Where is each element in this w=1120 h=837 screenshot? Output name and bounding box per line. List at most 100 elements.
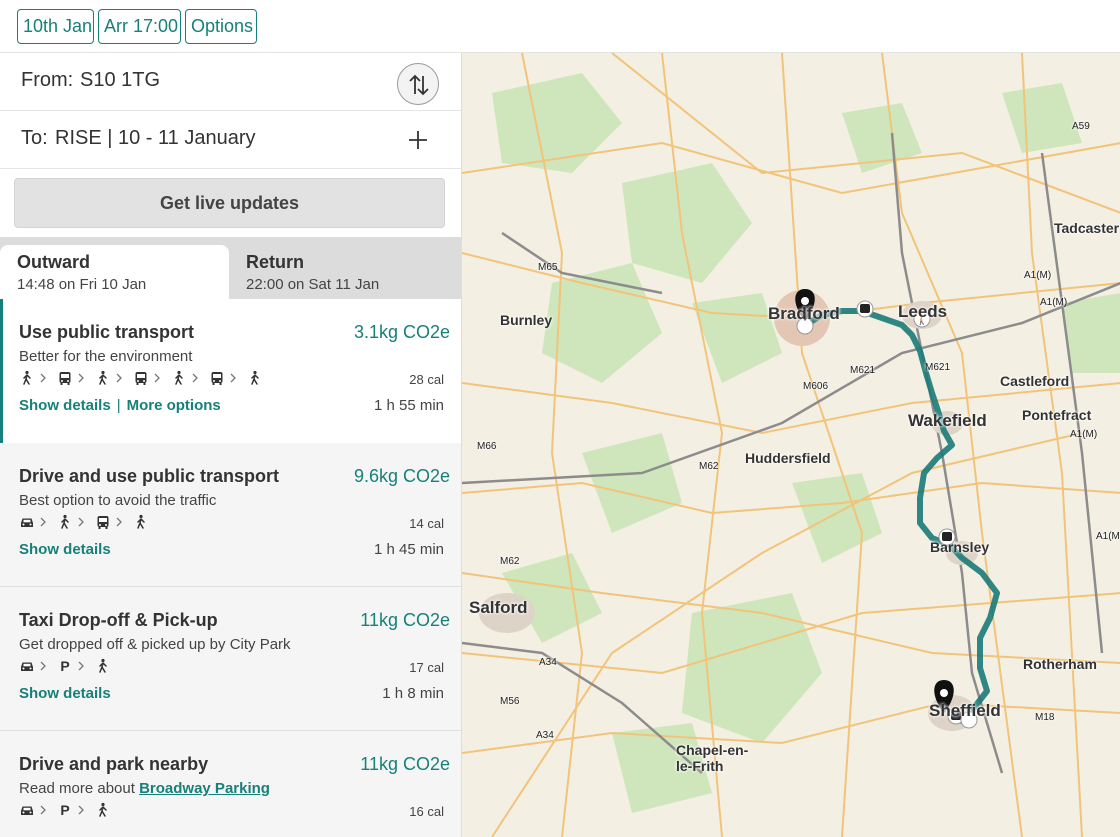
parking-icon: P — [57, 658, 73, 674]
date-button[interactable]: 10th Jan — [17, 9, 94, 44]
show-details-link[interactable]: Show details — [19, 541, 111, 558]
map-label-bradford: Bradford — [768, 304, 840, 323]
car-icon — [19, 802, 35, 818]
chapel-line-2: le-Frith — [676, 758, 724, 774]
option-calories: 14 cal — [409, 516, 444, 531]
to-value[interactable]: RISE | 10 - 11 January — [55, 127, 255, 150]
journey-tabs: Outward 14:48 on Fri 10 Jan Return 22:00… — [0, 237, 461, 299]
option-subtitle: Better for the environment — [19, 348, 193, 365]
option-subtitle: Read more about Broadway Parking — [19, 780, 270, 797]
subtitle-prefix: Read more about — [19, 780, 135, 797]
chevron-right-icon — [39, 373, 47, 383]
walk-icon — [19, 370, 35, 386]
route-map[interactable]: 🚶 Bradford Leeds Wakefield Huddersfield … — [461, 53, 1120, 837]
option-title: Drive and use public transport — [19, 466, 280, 486]
map-label-leeds: Leeds — [898, 302, 948, 321]
map-canvas: 🚶 — [462, 53, 1120, 837]
option-title: Use public transport — [19, 322, 195, 342]
walk-icon — [133, 514, 149, 530]
map-label-chapel-en-le-frith: Chapel-en-le-Frith — [676, 742, 748, 774]
option-calories: 17 cal — [409, 660, 444, 675]
option-public-transport[interactable]: Use public transport 3.1kg CO2e Better f… — [0, 299, 461, 443]
arrival-time-button[interactable]: Arr 17:00 — [98, 9, 181, 44]
tab-return-title: Return — [246, 252, 304, 272]
chevron-right-icon — [115, 517, 123, 527]
walk-icon — [95, 370, 111, 386]
broadway-parking-link[interactable]: Broadway Parking — [139, 780, 270, 797]
from-value[interactable]: S10 1TG — [80, 69, 160, 92]
tab-outward-title: Outward — [17, 252, 91, 272]
chevron-right-icon — [77, 517, 85, 527]
option-co2: 11kg CO2e — [360, 754, 450, 774]
chevron-right-icon — [77, 805, 85, 815]
option-drive-and-public-transport[interactable]: Drive and use public transport 9.6kg CO2… — [0, 443, 461, 587]
option-drive-and-park[interactable]: Drive and park nearby 11kg CO2e Read mor… — [0, 731, 461, 837]
map-label-wakefield: Wakefield — [908, 411, 987, 430]
to-label: To: — [21, 127, 48, 149]
road-label: A1(M) — [1024, 270, 1052, 281]
top-bar: 10th Jan Arr 17:00 Options — [0, 0, 1120, 53]
option-duration: 1 h 45 min — [373, 541, 444, 558]
road-label: A1(M) — [1070, 429, 1098, 440]
option-taxi[interactable]: Taxi Drop-off & Pick-up 11kg CO2e Get dr… — [0, 587, 461, 731]
road-label: M56 — [500, 696, 520, 707]
mode-sequence: P — [19, 801, 115, 819]
svg-text:P: P — [60, 802, 69, 818]
chevron-right-icon — [191, 373, 199, 383]
show-details-link[interactable]: Show details — [19, 685, 111, 702]
map-label-huddersfield: Huddersfield — [745, 450, 831, 466]
walk-icon — [171, 370, 187, 386]
live-updates-section: Get live updates — [0, 169, 461, 237]
chevron-right-icon — [77, 661, 85, 671]
mode-sequence — [19, 369, 267, 387]
road-label: M66 — [477, 441, 497, 452]
plus-icon[interactable] — [406, 128, 430, 152]
option-subtitle: Get dropped off & picked up by City Park — [19, 636, 291, 653]
road-label: M18 — [1035, 712, 1055, 723]
tab-outward-time: 14:48 on Fri 10 Jan — [17, 276, 147, 293]
walk-icon — [247, 370, 263, 386]
map-label-pontefract: Pontefract — [1022, 407, 1092, 423]
option-duration: 1 h 8 min — [382, 685, 444, 702]
option-co2: 3.1kg CO2e — [353, 322, 450, 342]
walk-icon — [95, 802, 111, 818]
road-label: M65 — [538, 262, 558, 273]
car-icon — [19, 514, 35, 530]
chevron-right-icon — [39, 661, 47, 671]
map-label-sheffield: Sheffield — [929, 701, 1001, 720]
map-label-tadcaster: Tadcaster — [1054, 220, 1120, 236]
get-live-updates-button[interactable]: Get live updates — [14, 178, 445, 228]
option-title: Drive and park nearby — [19, 754, 209, 774]
tab-outward[interactable]: Outward 14:48 on Fri 10 Jan — [0, 245, 229, 299]
journey-panel: From: S10 1TG To: RISE | 10 - 11 January… — [0, 53, 461, 837]
from-label: From: — [21, 69, 74, 91]
map-label-castleford: Castleford — [1000, 373, 1070, 389]
map-label-rotherham: Rotherham — [1023, 656, 1097, 672]
road-label: A1(M) — [1040, 297, 1068, 308]
option-calories: 28 cal — [409, 372, 444, 387]
more-options-link[interactable]: More options — [127, 397, 221, 414]
link-separator: | — [116, 397, 121, 414]
option-title: Taxi Drop-off & Pick-up — [19, 610, 218, 630]
road-label: A59 — [1072, 121, 1090, 132]
bus-icon — [133, 370, 149, 386]
option-co2: 9.6kg CO2e — [353, 466, 450, 486]
mode-sequence — [19, 513, 153, 531]
mode-sequence: P — [19, 657, 115, 675]
chevron-right-icon — [229, 373, 237, 383]
option-co2: 11kg CO2e — [360, 610, 450, 630]
from-field[interactable]: From: S10 1TG — [0, 53, 461, 111]
road-label: M62 — [500, 556, 520, 567]
map-label-burnley: Burnley — [500, 312, 553, 328]
show-details-link[interactable]: Show details — [19, 397, 111, 414]
options-button[interactable]: Options — [185, 9, 257, 44]
option-duration: 1 h 55 min — [373, 397, 444, 414]
svg-text:P: P — [60, 658, 69, 674]
road-label: A34 — [536, 730, 554, 741]
tab-return[interactable]: Return 22:00 on Sat 11 Jan — [229, 245, 461, 299]
chevron-right-icon — [39, 805, 47, 815]
chevron-right-icon — [115, 373, 123, 383]
option-calories: 16 cal — [409, 804, 444, 819]
swap-button[interactable] — [397, 63, 439, 105]
to-field[interactable]: To: RISE | 10 - 11 January — [0, 111, 461, 169]
